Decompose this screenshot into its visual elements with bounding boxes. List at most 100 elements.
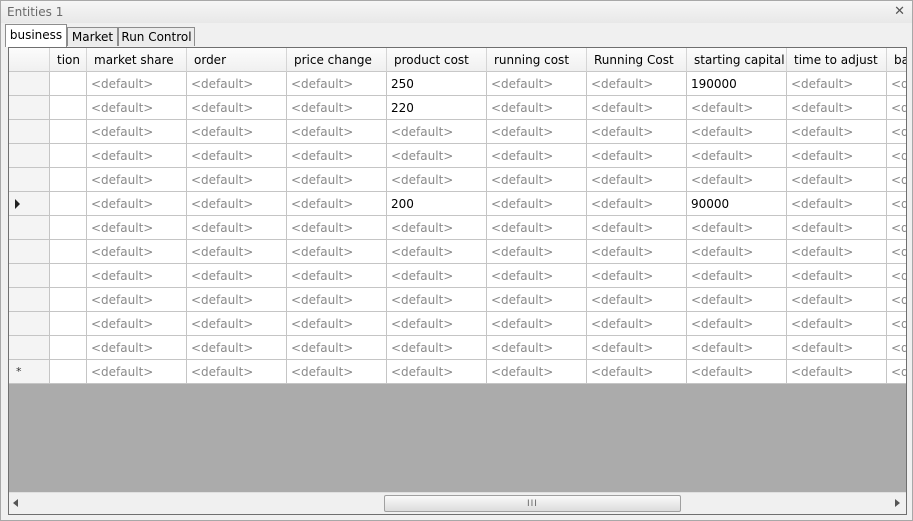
grid-cell[interactable]: <default> xyxy=(587,312,687,336)
grid-cell[interactable]: <default> xyxy=(187,312,287,336)
grid-cell[interactable]: <default> xyxy=(587,336,687,360)
grid-cell[interactable]: <default> xyxy=(187,192,287,216)
grid-cell[interactable]: <default> xyxy=(587,264,687,288)
grid-cell[interactable]: <default> xyxy=(887,96,906,120)
grid-cell[interactable]: <default> xyxy=(687,264,787,288)
grid-cell[interactable]: <default> xyxy=(487,192,587,216)
grid-cell[interactable] xyxy=(50,216,87,240)
grid-cell[interactable]: <default> xyxy=(887,216,906,240)
grid-cell[interactable] xyxy=(50,312,87,336)
grid-cell[interactable]: <default> xyxy=(487,216,587,240)
entity-grid[interactable]: * tion market share order price change produ… xyxy=(9,48,906,384)
grid-cell[interactable] xyxy=(50,96,87,120)
row-header[interactable] xyxy=(9,192,50,216)
row-header[interactable] xyxy=(9,336,50,360)
grid-cell[interactable]: <default> xyxy=(887,240,906,264)
grid-cell[interactable]: <default> xyxy=(187,216,287,240)
column-header[interactable]: market share xyxy=(87,48,187,72)
grid-cell[interactable] xyxy=(50,168,87,192)
grid-cell[interactable]: <default> xyxy=(487,168,587,192)
grid-cell[interactable]: <default> xyxy=(887,312,906,336)
grid-cell[interactable]: <default> xyxy=(87,96,187,120)
grid-cell[interactable]: <default> xyxy=(287,72,387,96)
grid-cell[interactable]: <default> xyxy=(587,240,687,264)
column-header[interactable]: Running Cost xyxy=(587,48,687,72)
grid-cell[interactable]: <default> xyxy=(387,168,487,192)
grid-cell[interactable]: <default> xyxy=(187,360,287,384)
grid-cell[interactable]: <default> xyxy=(287,336,387,360)
tab-business[interactable]: business xyxy=(5,24,67,47)
grid-cell[interactable]: <default> xyxy=(387,240,487,264)
row-header[interactable] xyxy=(9,216,50,240)
horizontal-scrollbar[interactable]: III xyxy=(9,492,906,514)
grid-cell[interactable]: <default> xyxy=(287,240,387,264)
grid-cell[interactable]: <default> xyxy=(887,72,906,96)
grid-cell[interactable]: <default> xyxy=(787,336,887,360)
grid-cell[interactable]: <default> xyxy=(787,168,887,192)
grid-cell[interactable]: <default> xyxy=(387,288,487,312)
grid-cell[interactable]: <default> xyxy=(287,96,387,120)
row-header[interactable] xyxy=(9,312,50,336)
grid-cell[interactable]: <default> xyxy=(687,120,787,144)
grid-cell[interactable]: <default> xyxy=(387,144,487,168)
grid-cell[interactable]: <default> xyxy=(487,264,587,288)
grid-cell[interactable]: <default> xyxy=(887,360,906,384)
scrollbar-thumb[interactable]: III xyxy=(384,495,681,512)
grid-cell[interactable]: <default> xyxy=(487,336,587,360)
grid-cell[interactable]: <default> xyxy=(287,216,387,240)
grid-cell[interactable]: <default> xyxy=(287,288,387,312)
grid-cell[interactable]: <default> xyxy=(487,240,587,264)
grid-cell[interactable]: <default> xyxy=(887,264,906,288)
grid-cell[interactable]: <default> xyxy=(587,360,687,384)
grid-cell[interactable]: <default> xyxy=(687,96,787,120)
grid-cell[interactable]: <default> xyxy=(87,216,187,240)
grid-cell[interactable]: <default> xyxy=(887,336,906,360)
grid-cell[interactable]: <default> xyxy=(87,336,187,360)
grid-cell[interactable]: <default> xyxy=(87,168,187,192)
close-icon[interactable]: ✕ xyxy=(894,4,905,19)
tab-market[interactable]: Market xyxy=(67,27,118,46)
grid-cell[interactable]: <default> xyxy=(587,216,687,240)
grid-cell[interactable] xyxy=(50,120,87,144)
row-header[interactable] xyxy=(9,264,50,288)
grid-cell[interactable]: <default> xyxy=(387,312,487,336)
grid-cell[interactable]: <default> xyxy=(487,144,587,168)
grid-cell[interactable]: <default> xyxy=(187,120,287,144)
row-header[interactable]: * xyxy=(9,360,50,384)
grid-cell[interactable]: <default> xyxy=(687,240,787,264)
grid-cell[interactable]: 90000 xyxy=(687,192,787,216)
grid-cell[interactable]: <default> xyxy=(787,120,887,144)
grid-cell[interactable]: <default> xyxy=(687,288,787,312)
grid-cell[interactable] xyxy=(50,336,87,360)
grid-cell[interactable]: <default> xyxy=(187,168,287,192)
grid-cell[interactable]: <default> xyxy=(587,120,687,144)
grid-cell[interactable]: <default> xyxy=(87,72,187,96)
grid-cell[interactable] xyxy=(50,72,87,96)
grid-cell[interactable]: <default> xyxy=(887,120,906,144)
grid-cell[interactable]: <default> xyxy=(487,288,587,312)
column-header[interactable]: running cost xyxy=(487,48,587,72)
grid-cell[interactable]: <default> xyxy=(287,144,387,168)
grid-cell[interactable]: <default> xyxy=(487,312,587,336)
grid-cell[interactable]: <default> xyxy=(887,192,906,216)
grid-cell[interactable]: <default> xyxy=(887,288,906,312)
grid-corner-header[interactable] xyxy=(9,48,50,72)
grid-cell[interactable]: <default> xyxy=(587,72,687,96)
grid-cell[interactable]: <default> xyxy=(287,192,387,216)
grid-cell[interactable]: <default> xyxy=(787,288,887,312)
grid-cell[interactable]: <default> xyxy=(787,192,887,216)
grid-cell[interactable]: <default> xyxy=(387,360,487,384)
grid-cell[interactable]: <default> xyxy=(187,96,287,120)
grid-cell[interactable]: <default> xyxy=(287,264,387,288)
grid-cell[interactable]: <default> xyxy=(787,96,887,120)
grid-cell[interactable]: <default> xyxy=(187,240,287,264)
grid-cell[interactable] xyxy=(50,264,87,288)
column-header[interactable]: tion xyxy=(50,48,87,72)
grid-cell[interactable]: <default> xyxy=(587,192,687,216)
grid-cell[interactable]: <default> xyxy=(487,72,587,96)
grid-cell[interactable]: <default> xyxy=(887,168,906,192)
grid-cell[interactable]: <default> xyxy=(287,312,387,336)
grid-cell[interactable]: <default> xyxy=(387,336,487,360)
grid-cell[interactable] xyxy=(50,144,87,168)
column-header[interactable]: ba xyxy=(887,48,906,72)
